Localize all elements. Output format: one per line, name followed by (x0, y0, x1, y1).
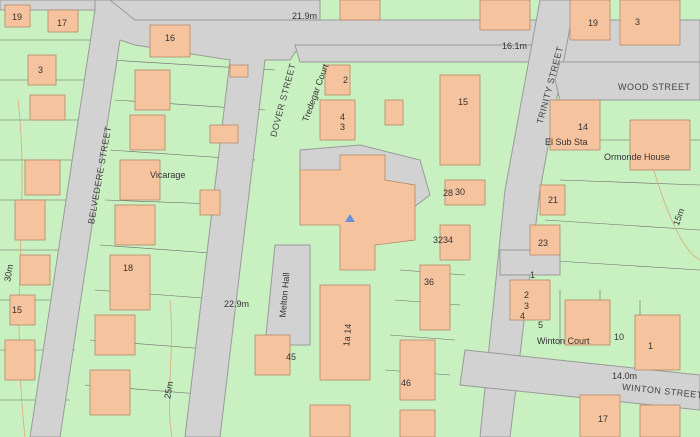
house-number: 17 (57, 18, 68, 28)
house-number: 30 (455, 187, 466, 197)
house-number: 45 (286, 352, 297, 362)
house-number: 10 (614, 332, 625, 342)
house-number: 17 (598, 414, 609, 424)
house-number: 3 (524, 301, 530, 311)
os-map[interactable]: DOVER STREET BELVEDERE STREET TRINITY ST… (0, 0, 700, 437)
house-number: 1 (648, 341, 654, 351)
house-number: 34 (443, 235, 454, 245)
house-number: 15 (12, 305, 23, 315)
map-canvas (0, 0, 700, 437)
house-number: 19 (588, 18, 599, 28)
house-number: 36 (424, 277, 435, 287)
house-number: 2 (343, 75, 349, 85)
el-sub-sta-label: El Sub Sta (545, 137, 588, 147)
house-number: 32 (433, 235, 444, 245)
ormonde-house-label: Ormonde House (604, 152, 671, 162)
house-number: 21 (548, 195, 559, 205)
house-number: 1 (530, 270, 536, 280)
house-number: 28 (443, 188, 454, 198)
winton-court-label: Winton Court (537, 336, 590, 346)
house-number: 5 (538, 320, 544, 330)
wood-street-label: WOOD STREET (618, 82, 691, 92)
spot-height-label: 16.1m (502, 41, 528, 51)
house-number: 2 (524, 290, 530, 300)
house-number: 3 (635, 17, 641, 27)
house-number: 1a 14 (341, 323, 354, 347)
house-number: 4 (520, 311, 526, 321)
house-number: 16 (165, 33, 176, 43)
house-number: 3 (340, 122, 346, 132)
vicarage-label: Vicarage (150, 170, 186, 180)
house-number: 19 (12, 12, 23, 22)
spot-height-label: 22.9m (224, 299, 250, 309)
house-number: 18 (123, 263, 134, 273)
spot-height-label: 21.9m (292, 11, 318, 21)
house-number: 3 (38, 65, 44, 75)
house-number: 23 (538, 238, 549, 248)
house-number: 14 (578, 122, 589, 132)
spot-height-label: 14.0m (612, 371, 638, 381)
house-number: 15 (458, 97, 469, 107)
house-number: 46 (401, 378, 412, 388)
house-number: 4 (340, 112, 346, 122)
